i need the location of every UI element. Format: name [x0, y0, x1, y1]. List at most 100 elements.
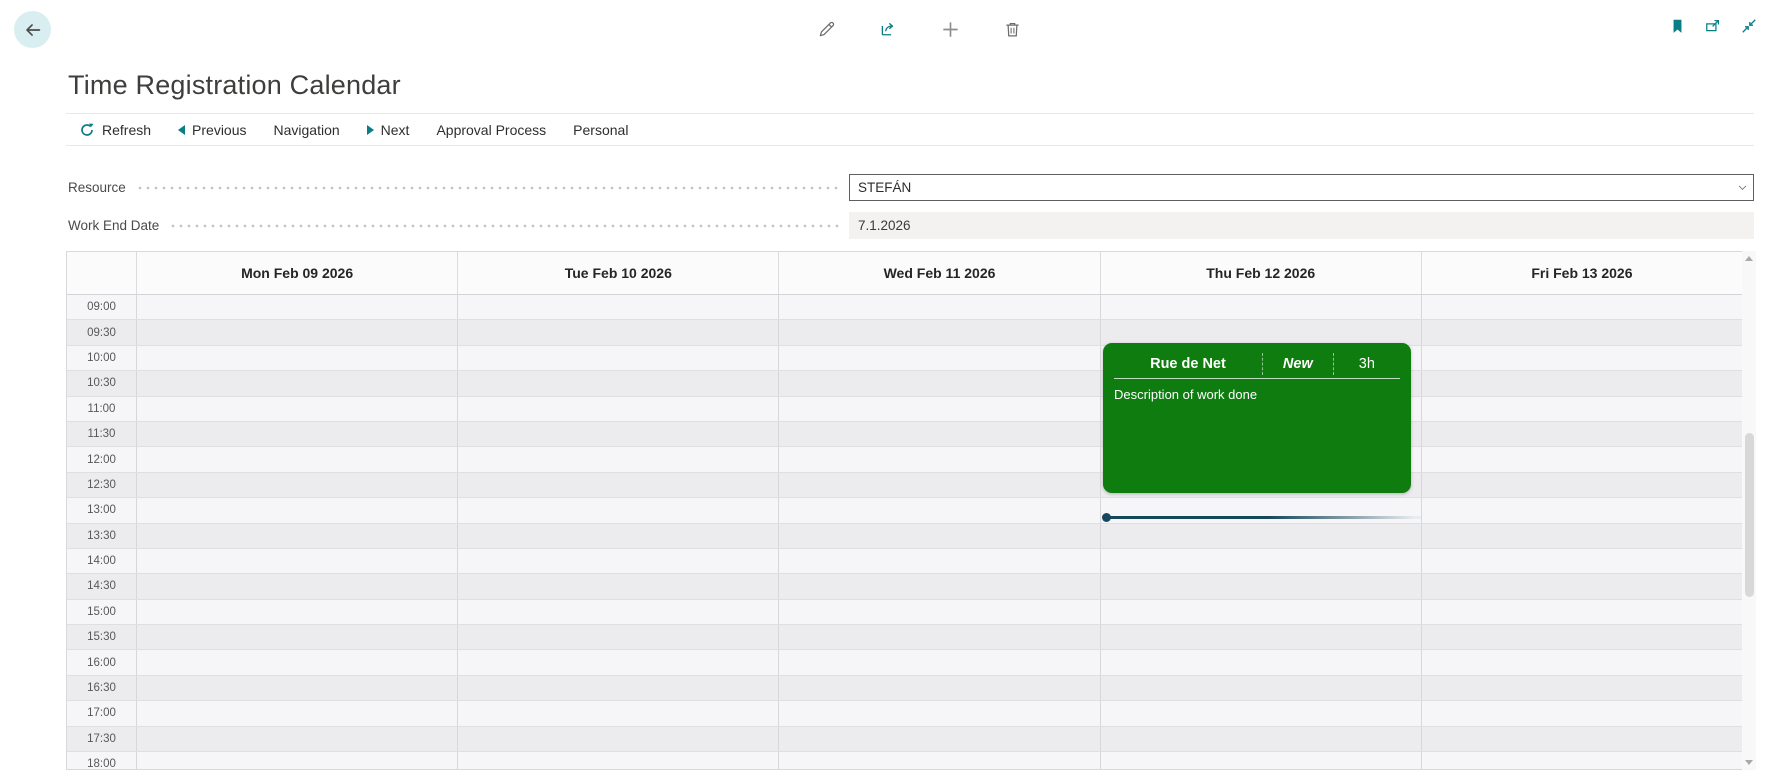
calendar-cell[interactable]	[1101, 320, 1422, 345]
calendar-cell[interactable]	[137, 421, 459, 447]
calendar-cell[interactable]	[137, 396, 459, 421]
calendar-cell[interactable]	[1422, 397, 1742, 421]
collapse-button[interactable]	[1736, 13, 1762, 39]
personal-action[interactable]: Personal	[573, 122, 628, 138]
calendar-cell[interactable]	[458, 625, 780, 650]
calendar-cell[interactable]	[137, 498, 459, 523]
calendar-cell[interactable]	[1101, 625, 1422, 650]
calendar-cell[interactable]	[458, 574, 780, 599]
calendar-cell[interactable]	[779, 548, 1101, 574]
work-end-date-field[interactable]: 7.1.2026	[849, 212, 1754, 239]
calendar-cell[interactable]	[458, 447, 780, 472]
calendar-cell[interactable]	[137, 447, 459, 472]
calendar-cell[interactable]	[1101, 523, 1422, 548]
calendar-cell[interactable]	[779, 345, 1101, 371]
calendar-cell[interactable]	[458, 548, 780, 574]
calendar-cell[interactable]	[1422, 498, 1742, 522]
calendar-cell[interactable]	[458, 371, 780, 396]
calendar-cell[interactable]	[1101, 650, 1422, 675]
calendar-cell[interactable]	[137, 345, 459, 371]
calendar-cell[interactable]	[1101, 752, 1422, 769]
calendar-cell[interactable]	[137, 574, 459, 599]
calendar-cell[interactable]	[1422, 320, 1742, 344]
calendar-cell[interactable]	[137, 752, 459, 769]
calendar-cell[interactable]	[458, 523, 780, 548]
bookmark-button[interactable]	[1664, 13, 1690, 39]
calendar-cell[interactable]	[779, 752, 1101, 769]
calendar-cell[interactable]	[1422, 422, 1742, 446]
calendar-cell[interactable]	[458, 472, 780, 498]
calendar-cell[interactable]	[1422, 549, 1742, 573]
scroll-down-arrow-icon[interactable]	[1745, 760, 1753, 765]
calendar-cell[interactable]	[1101, 675, 1422, 701]
calendar-cell[interactable]	[458, 675, 780, 701]
refresh-action[interactable]: Refresh	[79, 122, 151, 138]
resource-field[interactable]	[849, 174, 1754, 201]
calendar-cell[interactable]	[137, 295, 459, 320]
calendar-cell[interactable]	[458, 701, 780, 726]
calendar-cell[interactable]	[458, 726, 780, 752]
calendar-cell[interactable]	[458, 295, 780, 320]
calendar-cell[interactable]	[779, 396, 1101, 421]
calendar-cell[interactable]	[458, 345, 780, 371]
resource-input[interactable]	[858, 180, 1735, 195]
calendar-cell[interactable]	[779, 675, 1101, 701]
previous-action[interactable]: Previous	[178, 122, 247, 138]
calendar-cell[interactable]	[779, 421, 1101, 447]
open-in-new-window-button[interactable]	[1700, 13, 1726, 39]
next-action[interactable]: Next	[366, 122, 409, 138]
calendar-cell[interactable]	[779, 701, 1101, 726]
calendar-cell[interactable]	[1422, 676, 1742, 700]
calendar-cell[interactable]	[1101, 726, 1422, 752]
back-button[interactable]	[14, 11, 51, 48]
calendar-cell[interactable]	[779, 625, 1101, 650]
navigation-action[interactable]: Navigation	[274, 122, 340, 138]
calendar-cell[interactable]	[137, 675, 459, 701]
calendar-cell[interactable]	[779, 523, 1101, 548]
scrollbar-thumb[interactable]	[1744, 433, 1754, 597]
calendar-cell[interactable]	[137, 548, 459, 574]
calendar-cell[interactable]	[458, 396, 780, 421]
calendar-cell[interactable]	[137, 523, 459, 548]
calendar-cell[interactable]	[137, 320, 459, 345]
calendar-cell[interactable]	[1422, 346, 1742, 370]
calendar-event[interactable]: Rue de Net New 3h Description of work do…	[1103, 343, 1411, 493]
calendar-cell[interactable]	[458, 498, 780, 523]
calendar-cell[interactable]	[137, 472, 459, 498]
calendar-cell[interactable]	[137, 701, 459, 726]
calendar-cell[interactable]	[458, 650, 780, 675]
calendar-cell[interactable]	[458, 599, 780, 625]
calendar-cell[interactable]	[779, 447, 1101, 472]
calendar-cell[interactable]	[1422, 473, 1742, 497]
calendar-cell[interactable]	[779, 599, 1101, 625]
calendar-cell[interactable]	[458, 421, 780, 447]
calendar-cell[interactable]	[1101, 599, 1422, 625]
calendar-cell[interactable]	[1422, 371, 1742, 395]
calendar-cell[interactable]	[458, 320, 780, 345]
calendar-cell[interactable]	[137, 650, 459, 675]
calendar-cell[interactable]	[1422, 727, 1742, 751]
calendar-cell[interactable]	[1422, 752, 1742, 769]
calendar-cell[interactable]	[779, 371, 1101, 396]
calendar-cell[interactable]	[137, 726, 459, 752]
calendar-cell[interactable]	[137, 599, 459, 625]
chevron-down-icon[interactable]	[1735, 180, 1750, 195]
scroll-up-arrow-icon[interactable]	[1745, 256, 1753, 261]
calendar-cell[interactable]	[1422, 625, 1742, 649]
share-button[interactable]	[868, 9, 908, 49]
calendar-cell[interactable]	[1422, 650, 1742, 674]
approval-process-action[interactable]: Approval Process	[436, 122, 546, 138]
calendar-cell[interactable]	[779, 726, 1101, 752]
calendar-cell[interactable]	[1101, 548, 1422, 574]
edit-button[interactable]	[806, 9, 846, 49]
mini-event-indicator[interactable]	[1102, 513, 1421, 522]
calendar-cell[interactable]	[137, 371, 459, 396]
calendar-cell[interactable]	[458, 752, 780, 769]
calendar-cell[interactable]	[1422, 701, 1742, 725]
calendar-cell[interactable]	[1422, 574, 1742, 598]
delete-button[interactable]	[992, 9, 1032, 49]
calendar-cell[interactable]	[1422, 295, 1742, 319]
calendar-cell[interactable]	[779, 472, 1101, 498]
calendar-cell[interactable]	[779, 650, 1101, 675]
calendar-cell[interactable]	[1422, 524, 1742, 548]
